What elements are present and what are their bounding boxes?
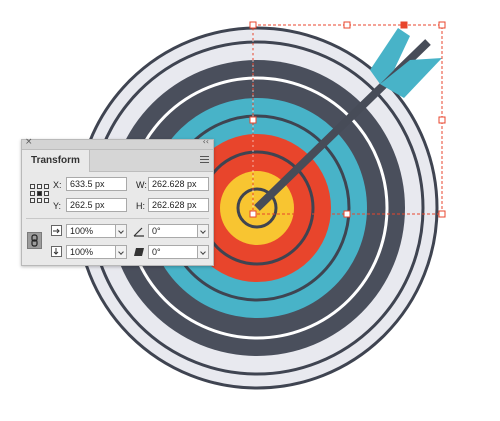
h-field[interactable]: 262.628 px [148,198,209,212]
scale-x-field[interactable]: 100% [66,224,116,238]
panel-titlebar[interactable]: × ‹‹ [22,137,213,150]
scale-x-dropdown[interactable] [115,224,127,238]
handle-middle-right[interactable] [438,116,446,124]
close-icon[interactable]: × [25,137,33,147]
scale-y-dropdown[interactable] [115,245,127,259]
transform-panel[interactable]: × ‹‹ Transform X: 633.5 px W: 262.628 px… [21,137,214,266]
handle-middle-left[interactable] [249,116,257,124]
shear-icon [134,248,144,256]
panel-tab-row: Transform [22,150,213,172]
panel-divider [26,218,209,219]
handle-top-middle[interactable] [343,21,351,29]
collapse-icon[interactable]: ‹‹ [203,137,209,146]
y-label: Y: [53,201,62,211]
handle-top-right-active[interactable] [400,21,408,29]
y-field[interactable]: 262.5 px [66,198,127,212]
reference-point-icon[interactable] [30,184,49,203]
scale-y-field[interactable]: 100% [66,245,116,259]
shear-field[interactable]: 0° [148,245,198,259]
handle-bottom-right[interactable] [438,210,446,218]
tab-transform[interactable]: Transform [22,150,90,172]
x-label: X: [53,180,62,190]
rotate-angle-icon [133,227,144,237]
shear-dropdown[interactable] [197,245,209,259]
scale-horizontal-icon [51,225,62,236]
w-label: W: [136,180,147,190]
handle-bottom-middle[interactable] [343,210,351,218]
handle-top-right[interactable] [438,21,446,29]
rotate-dropdown[interactable] [197,224,209,238]
w-field[interactable]: 262.628 px [148,177,209,191]
handle-bottom-left[interactable] [249,210,257,218]
rotate-field[interactable]: 0° [148,224,198,238]
link-icon[interactable] [27,232,42,249]
x-field[interactable]: 633.5 px [66,177,127,191]
panel-menu-icon[interactable] [200,156,209,164]
scale-vertical-icon [51,246,62,257]
handle-top-left[interactable] [249,21,257,29]
h-label: H: [136,201,145,211]
